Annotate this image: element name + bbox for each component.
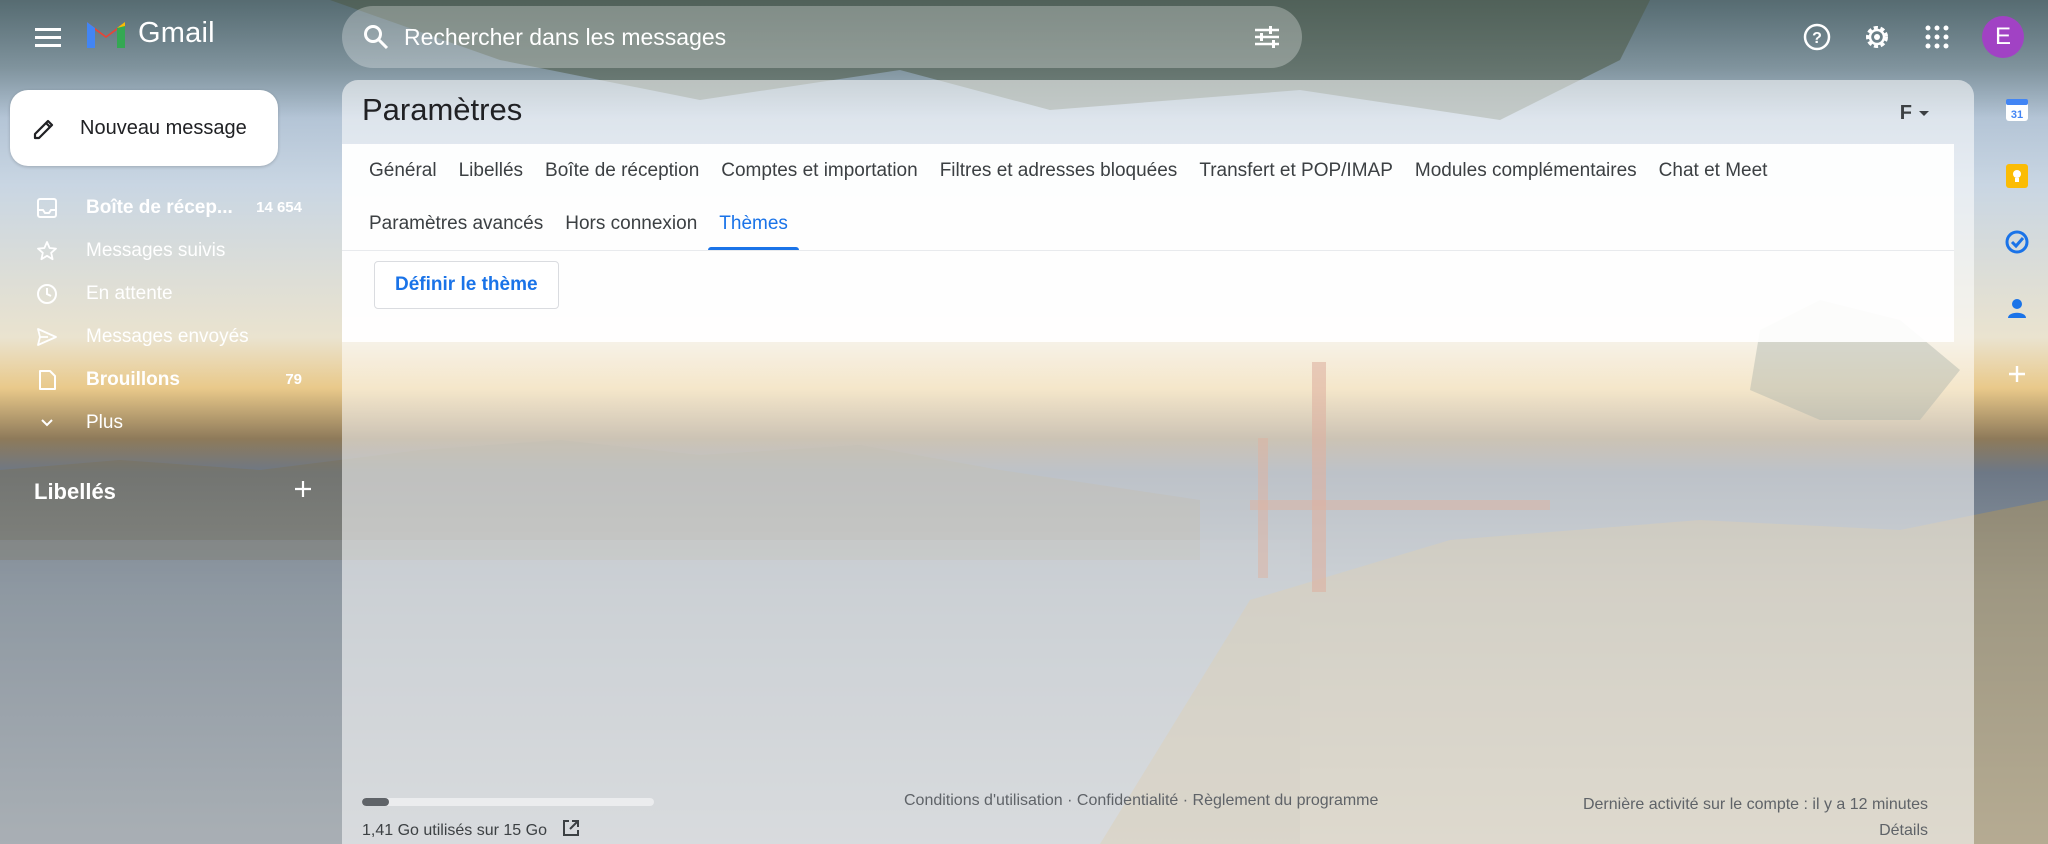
- gmail-m-icon: [87, 22, 125, 48]
- gear-icon: [1866, 26, 1888, 48]
- draft-icon: [34, 367, 60, 393]
- sidebar-item-label: Plus: [86, 411, 123, 433]
- send-icon: [34, 324, 60, 350]
- pencil-icon: [33, 119, 54, 140]
- top-right-actions: ? E: [1794, 14, 2024, 60]
- last-activity-text: Dernière activité sur le compte : il y a…: [1582, 796, 1928, 813]
- sidebar-item-label: En attente: [86, 282, 173, 304]
- side-panel-apps: 31: [1986, 96, 2048, 388]
- google-apps-button[interactable]: [1914, 14, 1960, 60]
- settings-button[interactable]: [1854, 14, 1900, 60]
- tune-icon: [1255, 26, 1279, 48]
- inbox-icon: [34, 195, 60, 221]
- labels-heading: Libellés: [34, 479, 116, 504]
- calendar-app-button[interactable]: 31: [2003, 96, 2031, 124]
- sidebar-item-label: Brouillons: [86, 368, 180, 390]
- support-button[interactable]: ?: [1794, 14, 1840, 60]
- footer-links-text[interactable]: Conditions d'utilisation · Confidentiali…: [904, 792, 1378, 809]
- get-addons-button[interactable]: [2003, 360, 2031, 388]
- account-activity: Dernière activité sur le compte : il y a…: [1583, 792, 1928, 844]
- sidebar-nav: Boîte de récep... 14 654 Messages suivis…: [0, 186, 330, 444]
- sidebar-item-label: Messages suivis: [86, 239, 226, 261]
- sidebar-item-label: Boîte de récep...: [86, 196, 233, 218]
- search-input[interactable]: [404, 23, 1232, 51]
- keep-app-button[interactable]: [2003, 162, 2031, 190]
- search-icon: [364, 25, 389, 50]
- settings-panel: Paramètres F Général Libellés Boîte de r…: [342, 80, 1974, 844]
- caret-down-icon: [1919, 110, 1929, 116]
- sidebar-item-snoozed[interactable]: En attente: [0, 272, 330, 315]
- compose-button[interactable]: Nouveau message: [10, 90, 278, 166]
- plus-icon: [295, 481, 311, 497]
- tab-forwarding-pop-imap[interactable]: Transfert et POP/IMAP: [1188, 144, 1404, 197]
- storage-info: 1,41 Go utilisés sur 15 Go: [362, 818, 581, 843]
- input-tools-label: F: [1899, 102, 1912, 124]
- sidebar-item-sent[interactable]: Messages envoyés: [0, 315, 330, 358]
- contacts-icon: [2008, 299, 2026, 318]
- svg-text:31: 31: [2011, 109, 2023, 121]
- tab-labels[interactable]: Libellés: [448, 144, 534, 197]
- apps-grid-icon: [1925, 25, 1949, 49]
- settings-card: Général Libellés Boîte de réception Comp…: [342, 144, 1954, 342]
- open-external-icon: [562, 820, 579, 836]
- compose-label: Nouveau message: [80, 116, 247, 139]
- menu-icon: [35, 28, 61, 47]
- page-title: Paramètres: [362, 92, 523, 127]
- footer: 1,41 Go utilisés sur 15 Go Conditions d'…: [342, 780, 1974, 844]
- sidebar-item-starred[interactable]: Messages suivis: [0, 229, 330, 272]
- sidebar-item-count: 14 654: [256, 199, 302, 216]
- main-menu-button[interactable]: [24, 17, 72, 57]
- tab-general[interactable]: Général: [358, 144, 448, 197]
- keep-icon: [2006, 164, 2028, 188]
- top-bar: Gmail ?: [0, 0, 2048, 74]
- tab-advanced[interactable]: Paramètres avancés: [358, 197, 554, 250]
- footer-links[interactable]: Conditions d'utilisation · Confidentiali…: [904, 792, 1378, 810]
- tab-offline[interactable]: Hors connexion: [554, 197, 708, 250]
- storage-text: 1,41 Go utilisés sur 15 Go: [362, 821, 547, 839]
- svg-text:?: ?: [1812, 30, 1822, 47]
- sidebar-item-label: Messages envoyés: [86, 325, 249, 347]
- tab-themes[interactable]: Thèmes: [708, 197, 799, 250]
- gmail-logo-text: Gmail: [138, 16, 215, 49]
- add-label-button[interactable]: [292, 478, 314, 506]
- search-bar: [342, 6, 1302, 68]
- sidebar-item-inbox[interactable]: Boîte de récep... 14 654: [0, 186, 330, 229]
- tab-accounts-import[interactable]: Comptes et importation: [710, 144, 928, 197]
- tab-chat-meet[interactable]: Chat et Meet: [1648, 144, 1779, 197]
- sidebar-item-drafts[interactable]: Brouillons 79: [0, 358, 330, 401]
- gmail-logo[interactable]: Gmail: [84, 16, 215, 50]
- tasks-app-button[interactable]: [2003, 228, 2031, 256]
- help-icon: ?: [1803, 23, 1831, 51]
- star-icon: [34, 238, 60, 264]
- search-button[interactable]: [348, 24, 404, 50]
- tabs-divider: [342, 250, 1954, 251]
- tab-filters-blocked[interactable]: Filtres et adresses bloquées: [929, 144, 1189, 197]
- chevron-down-icon: [34, 410, 60, 436]
- search-options-button[interactable]: [1232, 25, 1302, 49]
- tab-inbox[interactable]: Boîte de réception: [534, 144, 710, 197]
- settings-tabs-row-2: Paramètres avancés Hors connexion Thèmes: [342, 197, 1954, 250]
- plus-icon: [2009, 366, 2025, 382]
- account-avatar[interactable]: E: [1982, 16, 2024, 58]
- settings-tabs-row-1: Général Libellés Boîte de réception Comp…: [342, 144, 1954, 197]
- sidebar-item-count: 79: [285, 371, 302, 388]
- set-theme-button[interactable]: Définir le thème: [374, 261, 559, 309]
- tasks-icon: [2005, 230, 2029, 254]
- sidebar-item-more[interactable]: Plus: [0, 401, 330, 444]
- storage-bar: [362, 798, 654, 806]
- tab-addons[interactable]: Modules complémentaires: [1404, 144, 1648, 197]
- manage-storage-link[interactable]: [561, 818, 581, 843]
- contacts-app-button[interactable]: [2003, 294, 2031, 322]
- input-tools-button[interactable]: F: [1900, 102, 1930, 125]
- storage-bar-fill: [362, 798, 390, 806]
- clock-icon: [34, 281, 60, 307]
- details-link[interactable]: Détails: [1583, 818, 1928, 844]
- calendar-icon: 31: [2006, 99, 2028, 121]
- labels-section-header: Libellés: [34, 478, 314, 506]
